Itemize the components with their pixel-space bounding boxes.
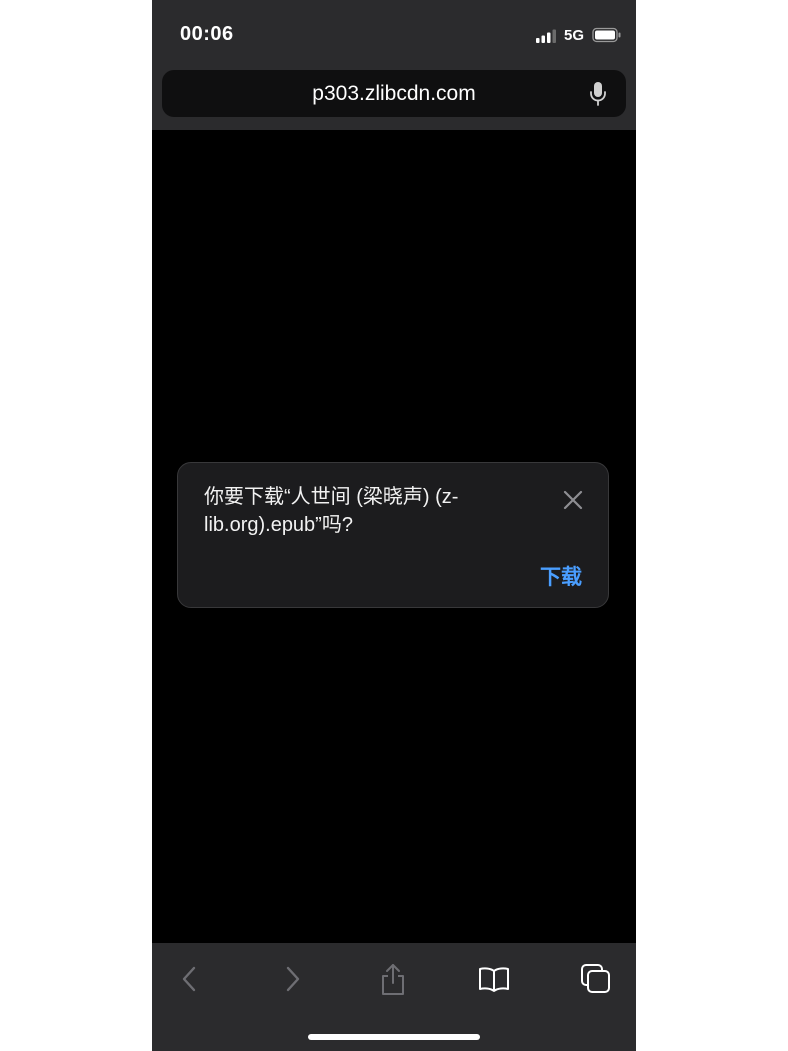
tabs-icon — [581, 964, 610, 993]
share-icon — [382, 964, 404, 995]
status-time: 00:06 — [180, 23, 234, 45]
browser-top-chrome: 00:06 5G p303.zlibcdn.com — [152, 0, 636, 130]
download-message: 你要下载“人世间 (梁晓声) (z-lib.org).epub”吗? — [204, 486, 459, 536]
share-button[interactable] — [373, 961, 413, 997]
close-icon[interactable] — [562, 489, 584, 511]
bookmarks-button[interactable] — [474, 961, 514, 997]
download-button[interactable]: 下载 — [540, 561, 582, 591]
status-bar: 00:06 5G — [152, 0, 636, 64]
tabs-button[interactable] — [576, 961, 616, 997]
home-indicator — [308, 1034, 480, 1040]
forward-button[interactable] — [273, 961, 313, 997]
browser-toolbar — [152, 943, 636, 1051]
forward-icon — [286, 966, 300, 992]
url-text[interactable]: p303.zlibcdn.com — [162, 82, 626, 106]
network-type-label: 5G — [564, 27, 585, 44]
address-bar[interactable]: p303.zlibcdn.com — [162, 70, 626, 117]
back-button[interactable] — [169, 961, 209, 997]
bookmarks-icon — [479, 967, 509, 992]
page-content: 你要下载“人世间 (梁晓声) (z-lib.org).epub”吗? 下载 — [152, 130, 636, 943]
microphone-icon[interactable] — [588, 81, 608, 107]
phone-screen: 00:06 5G p303.zlibcdn.com 你要下载“人世间 (梁晓声)… — [152, 0, 636, 1051]
battery-icon — [592, 27, 621, 43]
download-dialog: 你要下载“人世间 (梁晓声) (z-lib.org).epub”吗? 下载 — [177, 462, 609, 608]
back-icon — [182, 966, 196, 992]
signal-icon — [536, 29, 556, 43]
